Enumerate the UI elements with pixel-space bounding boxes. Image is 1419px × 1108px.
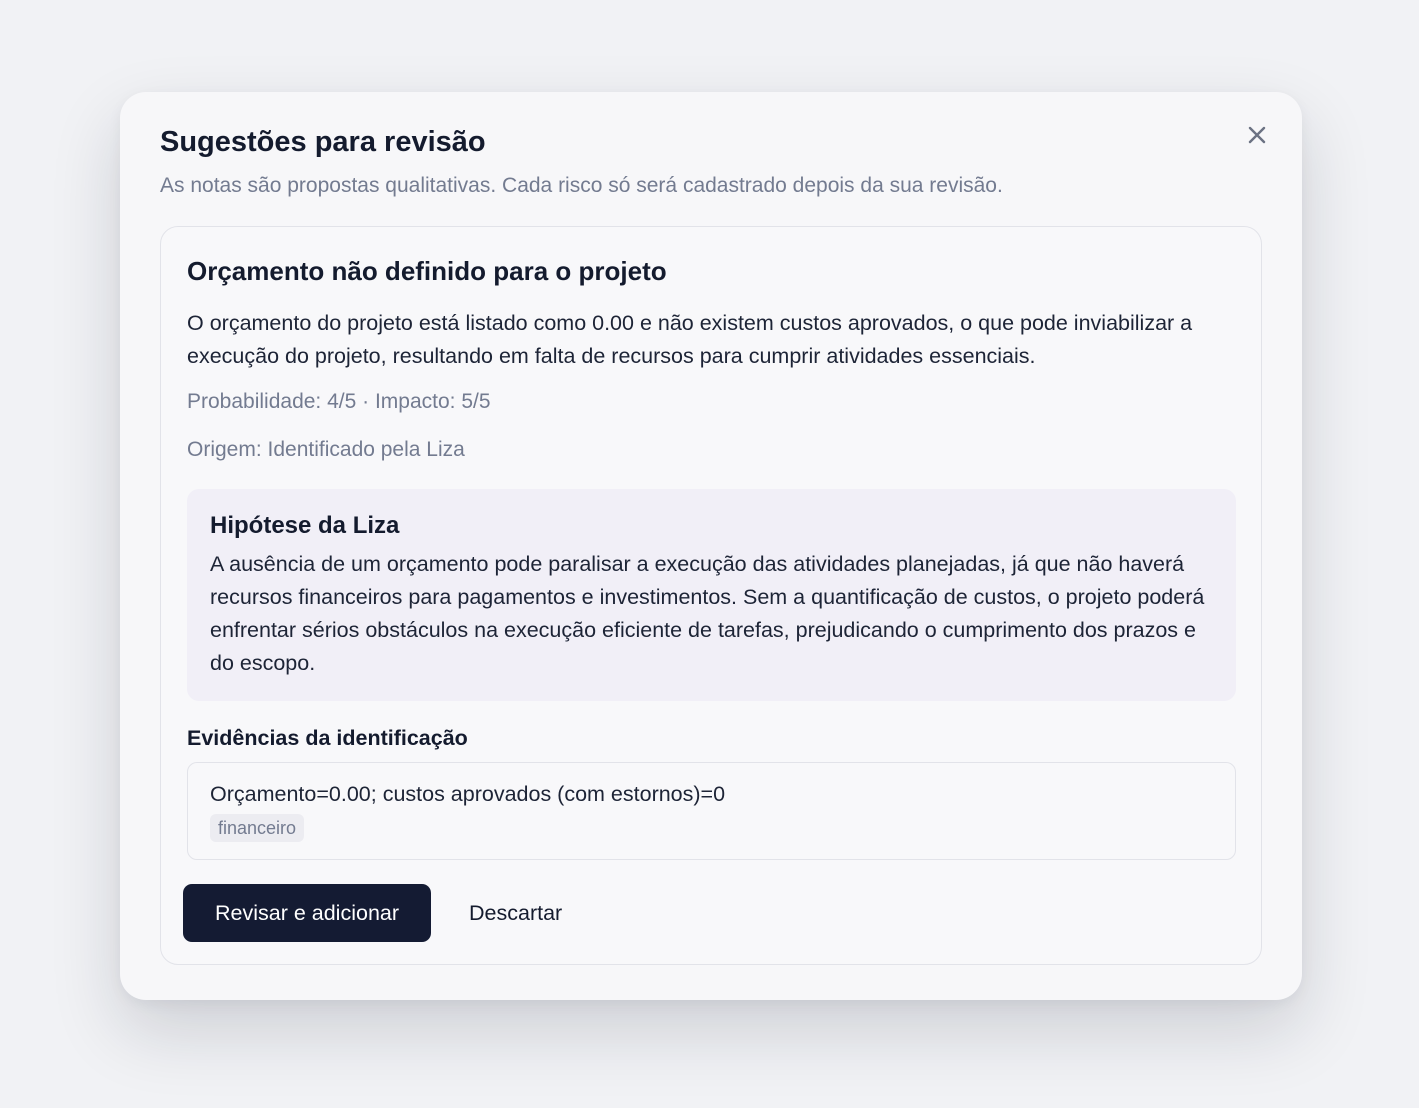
modal-subtitle: As notas são propostas qualitativas. Cad… — [160, 174, 1003, 197]
risk-description: O orçamento do projeto está listado como… — [187, 311, 1193, 368]
hypothesis-panel: Hipótese da Liza A ausência de um orçame… — [187, 489, 1236, 701]
close-button[interactable] — [1242, 120, 1272, 150]
hypothesis-text: A ausência de um orçamento pode paralisa… — [210, 552, 1205, 675]
close-icon — [1242, 120, 1272, 150]
risk-title: Orçamento não definido para o projeto — [187, 256, 667, 286]
risk-origin: Origem: Identificado pela Liza — [187, 438, 465, 461]
hypothesis-title: Hipótese da Liza — [210, 512, 400, 539]
risk-scores: Probabilidade: 4/5 · Impacto: 5/5 — [187, 390, 491, 413]
evidence-heading: Evidências da identificação — [187, 726, 468, 750]
category-tag: financeiro — [210, 814, 305, 842]
discard-button[interactable]: Descartar — [451, 884, 580, 942]
evidence-text: Orçamento=0.00; custos aprovados (com es… — [210, 782, 726, 806]
evidence-box: Orçamento=0.00; custos aprovados (com es… — [187, 762, 1236, 860]
modal-title: Sugestões para revisão — [160, 126, 486, 158]
review-and-add-button[interactable]: Revisar e adicionar — [183, 884, 431, 942]
risk-suggestion-card: Orçamento não definido para o projeto O … — [160, 226, 1262, 965]
review-suggestions-modal: Sugestões para revisão As notas são prop… — [120, 92, 1302, 1000]
